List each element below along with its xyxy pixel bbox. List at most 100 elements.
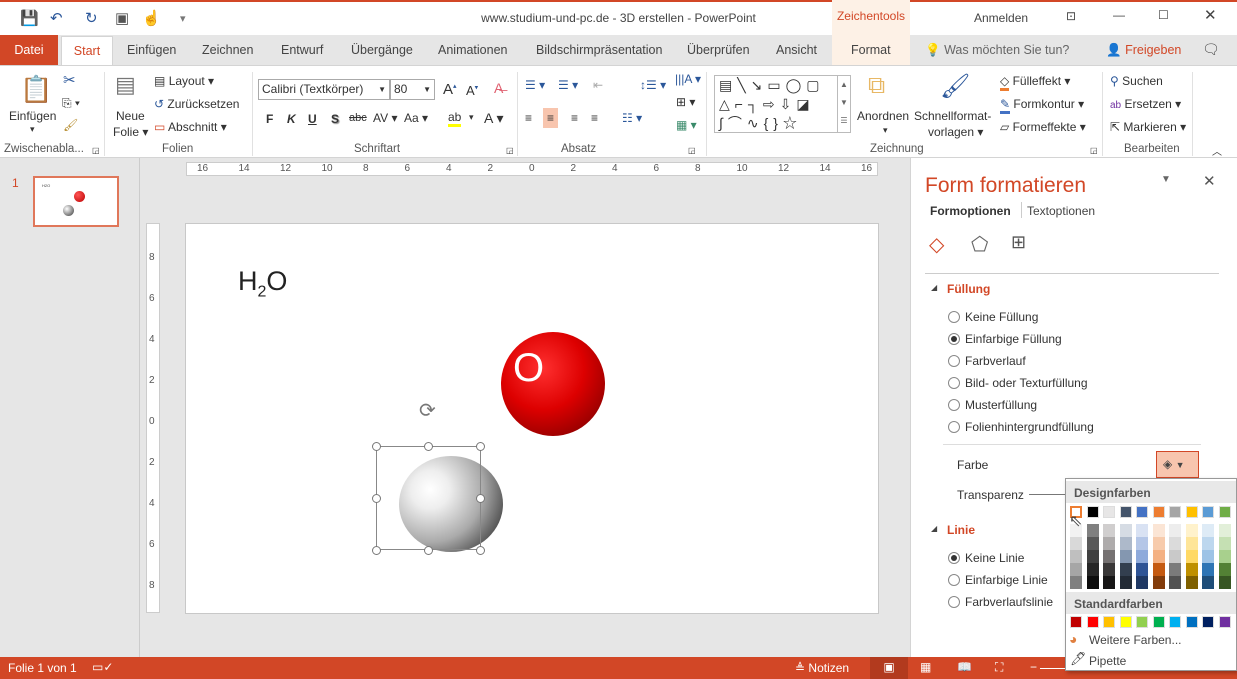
align-center-icon[interactable]: ≡	[543, 108, 559, 128]
slide-canvas[interactable]: H2O O ⟳	[185, 223, 879, 614]
tab-review[interactable]: Überprüfen	[687, 43, 750, 57]
arrange-dropdown-icon[interactable]: ▾	[883, 125, 888, 136]
italic-button[interactable]: K	[287, 112, 296, 126]
justify-icon[interactable]: ≡	[591, 111, 598, 125]
shape-fill-button[interactable]: ◇ Fülleffekt ▾	[1000, 74, 1070, 91]
drawing-launcher-icon[interactable]: ◲	[1090, 146, 1098, 155]
color-shade-swatch[interactable]	[1185, 576, 1198, 589]
radio-line-option[interactable]: Einfarbige Linie	[948, 573, 1048, 587]
shapes-gallery[interactable]: ▤╲↘▭◯▢ △⌐┐⇨⇩◪ ∫⌒∿{}☆	[714, 75, 851, 133]
shape-outline-button[interactable]: ✎ Formkontur ▾	[1000, 97, 1084, 114]
color-shade-swatch[interactable]	[1218, 537, 1231, 550]
tab-view[interactable]: Ansicht	[776, 43, 817, 57]
radio-fill-option[interactable]: Bild- oder Texturfüllung	[948, 376, 1088, 390]
shrink-font-icon[interactable]: A▾	[466, 83, 478, 98]
tab-animations[interactable]: Animationen	[438, 43, 508, 57]
color-shade-swatch[interactable]	[1218, 524, 1231, 537]
paragraph-launcher-icon[interactable]: ◲	[688, 146, 696, 155]
underline-button[interactable]: U	[308, 112, 317, 126]
color-shade-swatch[interactable]	[1185, 524, 1198, 537]
font-color-icon[interactable]: A ▾	[484, 110, 503, 127]
color-shade-swatch[interactable]	[1103, 563, 1115, 576]
transparency-slider[interactable]	[1029, 494, 1069, 495]
format-painter-icon[interactable]: 🖌	[63, 118, 78, 132]
paste-dropdown-icon[interactable]: ▾	[30, 124, 35, 135]
radio-line-option[interactable]: Keine Linie	[948, 551, 1024, 565]
fill-section-header[interactable]: Füllung	[947, 282, 990, 296]
tell-me-search[interactable]: 💡 Was möchten Sie tun?	[925, 43, 1069, 58]
design-color-swatch[interactable]	[1169, 506, 1181, 518]
more-colors-item[interactable]: Weitere Farben...	[1089, 633, 1181, 647]
color-shade-swatch[interactable]	[1086, 537, 1099, 550]
color-shade-swatch[interactable]	[1136, 563, 1148, 576]
decrease-indent-icon[interactable]: ⇤	[593, 78, 603, 92]
color-shade-swatch[interactable]	[1103, 550, 1115, 563]
clipboard-launcher-icon[interactable]: ◲	[92, 146, 100, 155]
standard-color-swatch[interactable]	[1103, 616, 1115, 628]
collapse-ribbon-icon[interactable]: ︿	[1212, 143, 1222, 158]
resize-handle[interactable]	[476, 494, 485, 503]
color-shade-swatch[interactable]	[1169, 563, 1181, 576]
color-shade-swatch[interactable]	[1169, 524, 1181, 537]
color-shade-swatch[interactable]	[1086, 576, 1099, 589]
character-spacing-button[interactable]: AV ▾	[373, 111, 397, 125]
design-color-swatch[interactable]	[1218, 506, 1231, 518]
color-shade-swatch[interactable]	[1185, 563, 1198, 576]
zoom-out-icon[interactable]: −	[1030, 660, 1037, 674]
color-shade-swatch[interactable]	[1185, 550, 1198, 563]
color-shade-swatch[interactable]	[1218, 563, 1231, 576]
change-case-button[interactable]: Aa ▾	[404, 111, 428, 125]
shape-effects-button[interactable]: ▱ Formeffekte ▾	[1000, 120, 1086, 134]
slideshow-icon[interactable]: ⛶	[995, 660, 1003, 675]
eyedropper-item[interactable]: Pipette	[1089, 654, 1126, 668]
highlight-dropdown-icon[interactable]: ▾	[469, 112, 474, 123]
color-shade-swatch[interactable]	[1152, 563, 1165, 576]
section-button[interactable]: ▭ Abschnitt ▾	[154, 120, 227, 134]
resize-handle[interactable]	[372, 442, 381, 451]
radio-button[interactable]	[948, 355, 960, 367]
bold-button[interactable]: F	[266, 112, 273, 126]
align-left-icon[interactable]: ≡	[525, 111, 532, 125]
color-shade-swatch[interactable]	[1086, 563, 1099, 576]
size-properties-icon[interactable]: ⊞	[1011, 232, 1026, 253]
color-shade-swatch[interactable]	[1152, 537, 1165, 550]
standard-color-swatch[interactable]	[1218, 616, 1231, 628]
color-shade-swatch[interactable]	[1152, 524, 1165, 537]
quick-styles-label-1[interactable]: Schnellformat-	[914, 109, 991, 123]
select-button[interactable]: ⇱ Markieren ▾	[1110, 120, 1186, 134]
shapes-gallery-scroll[interactable]: ▲ ▼ ☰	[837, 76, 850, 132]
color-shade-swatch[interactable]	[1218, 550, 1231, 563]
radio-fill-option[interactable]: Folienhintergrundfüllung	[948, 420, 1094, 434]
color-shade-swatch[interactable]	[1119, 524, 1132, 537]
fill-color-button[interactable]: ◈ ▼	[1156, 451, 1199, 478]
smartart-icon[interactable]: ▦ ▾	[676, 118, 697, 132]
layout-button[interactable]: ▤ Layout ▾	[154, 74, 214, 88]
design-color-swatch[interactable]	[1136, 506, 1148, 518]
standard-color-swatch[interactable]	[1169, 616, 1181, 628]
tab-draw[interactable]: Zeichnen	[202, 43, 253, 57]
quick-styles-button[interactable]: vorlagen ▾	[928, 125, 983, 139]
font-name-select[interactable]: Calibri (Textkörper) ▼	[258, 79, 390, 100]
highlight-color-icon[interactable]: ab	[448, 110, 462, 127]
standard-color-swatch[interactable]	[1185, 616, 1198, 628]
font-launcher-icon[interactable]: ◲	[506, 146, 514, 155]
radio-fill-option[interactable]: Farbverlauf	[948, 354, 1026, 368]
pane-options-icon[interactable]: ▼	[1161, 174, 1171, 185]
maximize-icon[interactable]: ☐	[1158, 8, 1169, 22]
resize-handle[interactable]	[424, 546, 433, 555]
effects-pentagon-icon[interactable]: ⬠	[971, 232, 988, 257]
standard-color-swatch[interactable]	[1136, 616, 1148, 628]
arrange-icon[interactable]: ⧉	[868, 72, 885, 100]
design-color-swatch[interactable]	[1119, 506, 1132, 518]
color-shade-swatch[interactable]	[1218, 576, 1231, 589]
clear-formatting-icon[interactable]: A̶	[494, 80, 503, 96]
arrange-button[interactable]: Anordnen	[857, 109, 909, 123]
color-shade-swatch[interactable]	[1103, 576, 1115, 589]
new-slide-icon[interactable]: ▤	[115, 72, 136, 98]
resize-handle[interactable]	[476, 546, 485, 555]
line-spacing-icon[interactable]: ↕☰ ▾	[640, 78, 666, 92]
tab-text-options[interactable]: Textoptionen	[1027, 204, 1095, 218]
color-shade-swatch[interactable]	[1136, 576, 1148, 589]
new-slide-label-1[interactable]: Neue	[116, 109, 145, 123]
color-shade-swatch[interactable]	[1119, 576, 1132, 589]
